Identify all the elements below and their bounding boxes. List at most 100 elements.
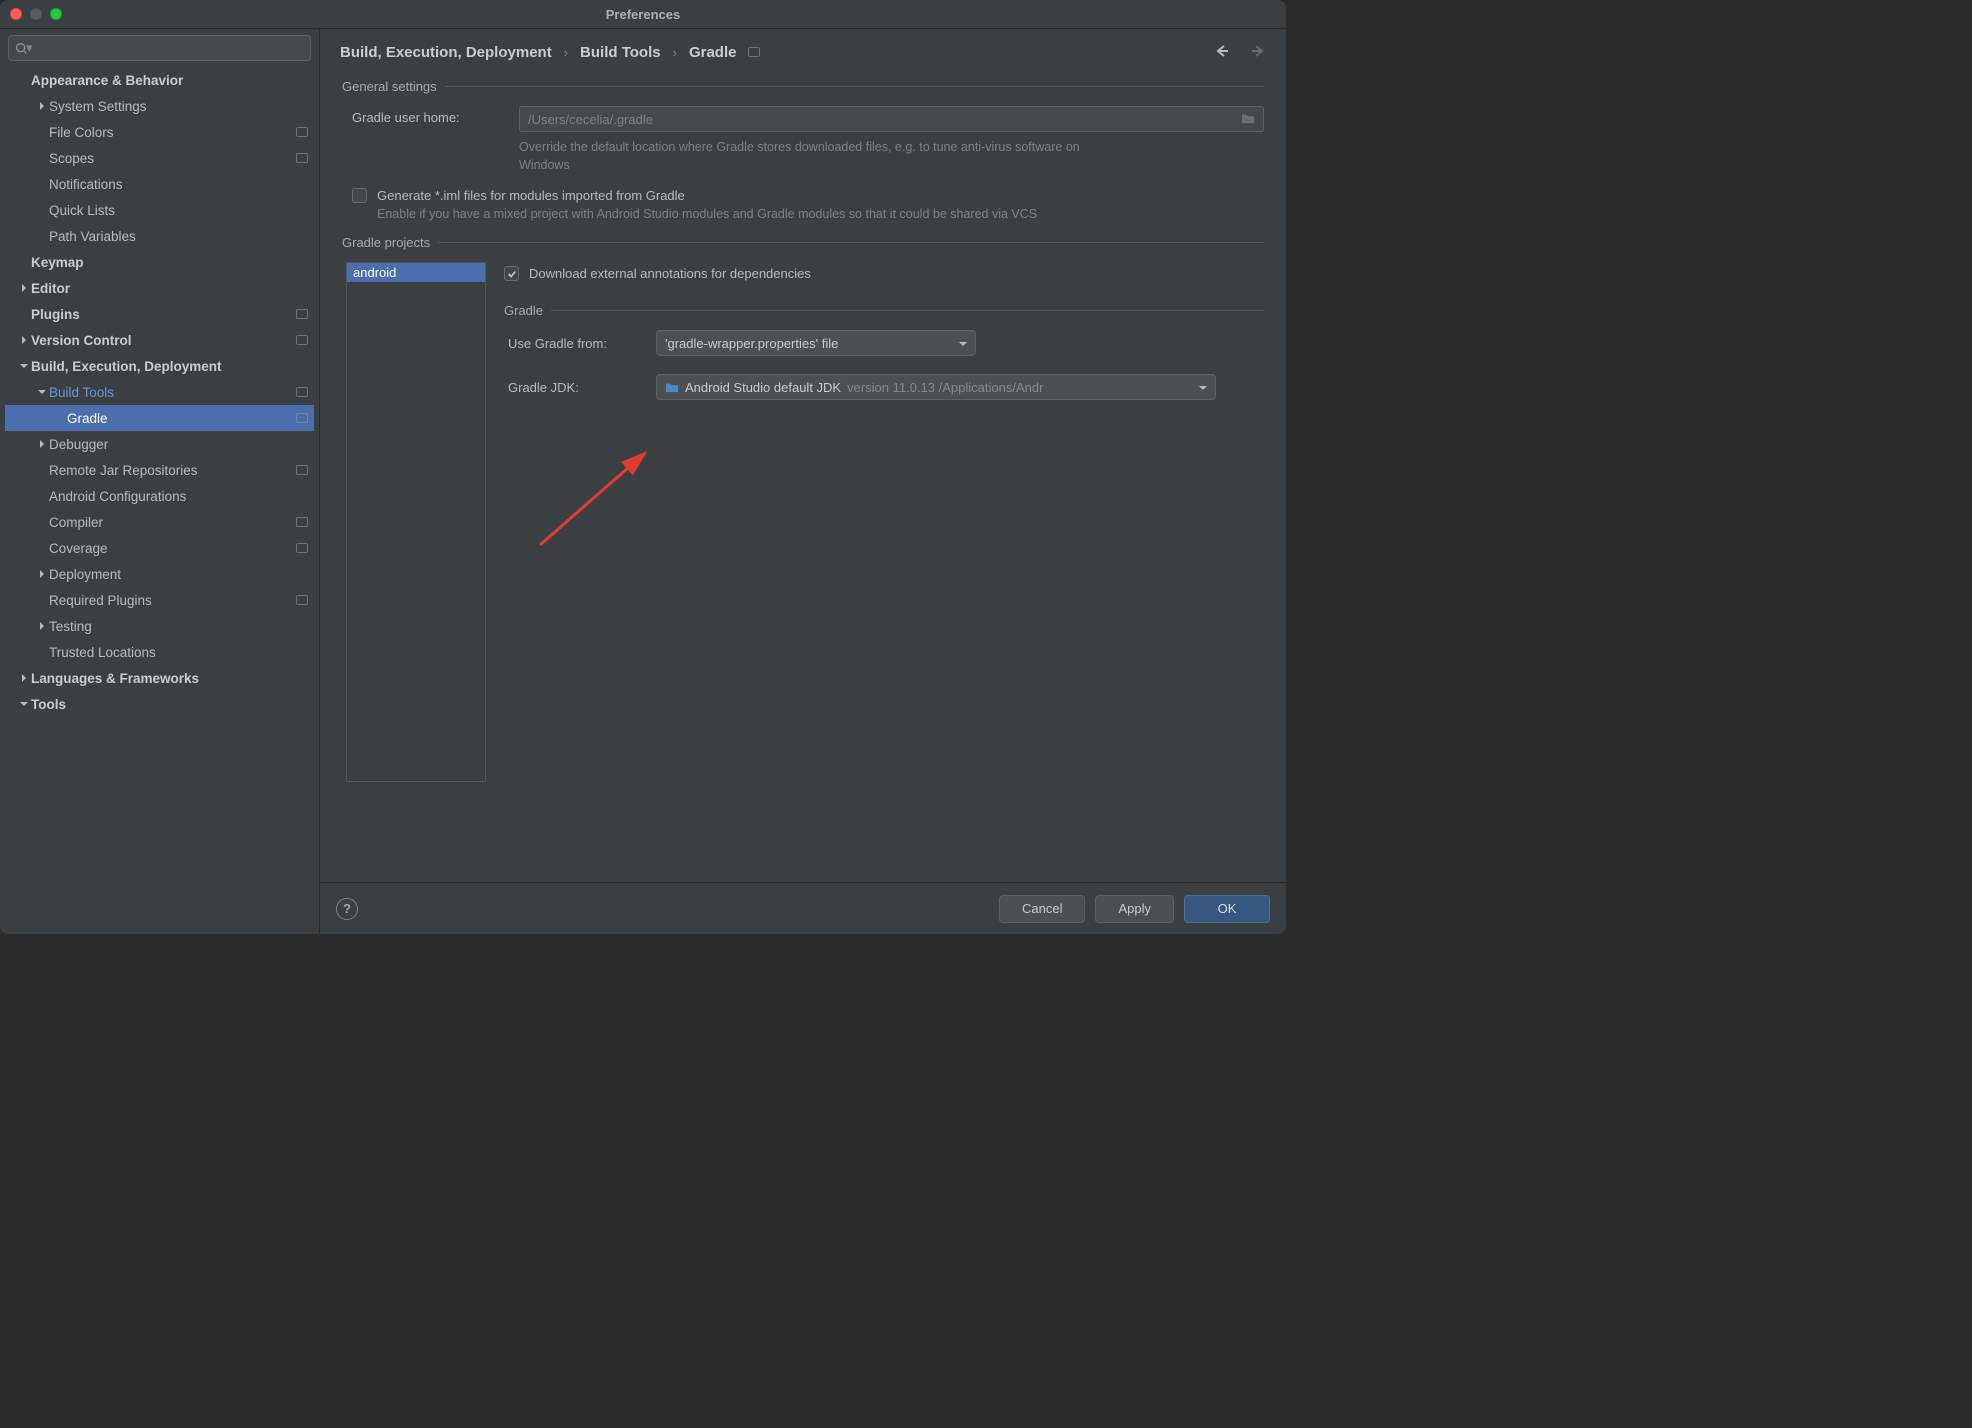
chevron-down-icon xyxy=(1199,380,1207,395)
sidebar-item-label: Trusted Locations xyxy=(49,645,156,660)
sidebar-item[interactable]: Required Plugins xyxy=(5,587,314,613)
sidebar-item[interactable]: Editor xyxy=(5,275,314,301)
sidebar-item[interactable]: Appearance & Behavior xyxy=(5,67,314,93)
sidebar-item[interactable]: Tools xyxy=(5,691,314,717)
jdk-folder-icon xyxy=(665,381,679,393)
project-badge-icon xyxy=(296,335,308,345)
use-gradle-from-combo[interactable]: 'gradle-wrapper.properties' file xyxy=(656,330,976,356)
sidebar-item-label: Testing xyxy=(49,619,92,634)
chevron-right-icon[interactable] xyxy=(17,336,31,344)
chevron-right-icon[interactable] xyxy=(17,284,31,292)
sidebar-item-label: Tools xyxy=(31,697,66,712)
chevron-right-icon: › xyxy=(667,45,683,60)
sidebar-item-label: Version Control xyxy=(31,333,132,348)
breadcrumb-item[interactable]: Build, Execution, Deployment xyxy=(340,44,552,61)
ok-button[interactable]: OK xyxy=(1184,895,1270,923)
sidebar-item[interactable]: Path Variables xyxy=(5,223,314,249)
folder-icon[interactable] xyxy=(1241,112,1255,127)
project-badge-icon xyxy=(296,465,308,475)
generate-iml-checkbox[interactable] xyxy=(352,188,367,203)
chevron-down-icon[interactable] xyxy=(17,700,31,708)
sidebar-item[interactable]: Keymap xyxy=(5,249,314,275)
sidebar-item[interactable]: Quick Lists xyxy=(5,197,314,223)
sidebar-item-label: Coverage xyxy=(49,541,108,556)
chevron-right-icon[interactable] xyxy=(35,102,49,110)
project-badge-icon xyxy=(296,153,308,163)
sidebar-item[interactable]: Notifications xyxy=(5,171,314,197)
settings-tree[interactable]: Appearance & Behavior System Settings File… xyxy=(5,67,314,934)
nav-back-button[interactable] xyxy=(1214,43,1230,62)
sidebar-item-label: Debugger xyxy=(49,437,108,452)
apply-button[interactable]: Apply xyxy=(1095,895,1174,923)
sidebar-item[interactable]: Build Tools xyxy=(5,379,314,405)
window-title: Preferences xyxy=(0,7,1286,22)
sidebar-item[interactable]: Remote Jar Repositories xyxy=(5,457,314,483)
sidebar-item[interactable]: Scopes xyxy=(5,145,314,171)
general-section-header: General settings xyxy=(342,79,1264,94)
preferences-window: Preferences ▾ Appearance & Behavior Syste… xyxy=(0,0,1286,934)
sidebar-item[interactable]: System Settings xyxy=(5,93,314,119)
sidebar-item[interactable]: Version Control xyxy=(5,327,314,353)
chevron-down-icon[interactable] xyxy=(17,362,31,370)
gradle-user-home-label: Gradle user home: xyxy=(352,106,507,125)
settings-search-input[interactable]: ▾ xyxy=(8,35,311,61)
project-badge-icon xyxy=(296,309,308,319)
sidebar-item[interactable]: File Colors xyxy=(5,119,314,145)
sidebar-item-label: File Colors xyxy=(49,125,114,140)
sidebar-item-label: Remote Jar Repositories xyxy=(49,463,198,478)
settings-sidebar: ▾ Appearance & Behavior System Settings Fi… xyxy=(0,29,320,934)
sidebar-item[interactable]: Gradle xyxy=(5,405,314,431)
sidebar-item[interactable]: Debugger xyxy=(5,431,314,457)
gradle-user-home-input[interactable]: /Users/cecelia/.gradle xyxy=(519,106,1264,132)
gradle-user-home-value: /Users/cecelia/.gradle xyxy=(528,112,653,127)
gradle-projects-section-header: Gradle projects xyxy=(342,235,1264,250)
chevron-right-icon[interactable] xyxy=(35,440,49,448)
sidebar-item[interactable]: Trusted Locations xyxy=(5,639,314,665)
sidebar-item-label: Languages & Frameworks xyxy=(31,671,199,686)
sidebar-item[interactable]: Plugins xyxy=(5,301,314,327)
sidebar-item-label: Compiler xyxy=(49,515,103,530)
sidebar-item[interactable]: Build, Execution, Deployment xyxy=(5,353,314,379)
download-annotations-checkbox[interactable] xyxy=(504,266,519,281)
help-button[interactable]: ? xyxy=(336,898,358,920)
sidebar-item-label: Required Plugins xyxy=(49,593,152,608)
gradle-project-item[interactable]: android xyxy=(347,263,485,282)
project-badge-icon xyxy=(296,413,308,423)
sidebar-item-label: Plugins xyxy=(31,307,80,322)
sidebar-item[interactable]: Coverage xyxy=(5,535,314,561)
sidebar-item-label: Scopes xyxy=(49,151,94,166)
breadcrumb-bar: Build, Execution, Deployment › Build Too… xyxy=(320,29,1286,75)
sidebar-item-label: System Settings xyxy=(49,99,147,114)
project-badge-icon xyxy=(296,595,308,605)
sidebar-item-label: Quick Lists xyxy=(49,203,115,218)
settings-content: General settings Gradle user home: /User… xyxy=(320,75,1286,882)
cancel-button[interactable]: Cancel xyxy=(999,895,1085,923)
sidebar-item-label: Android Configurations xyxy=(49,489,186,504)
gradle-subsection-header: Gradle xyxy=(504,303,543,318)
settings-main: Build, Execution, Deployment › Build Too… xyxy=(320,29,1286,934)
gradle-jdk-label: Gradle JDK: xyxy=(508,380,640,395)
generate-iml-label: Generate *.iml files for modules importe… xyxy=(377,188,685,203)
breadcrumb-item[interactable]: Build Tools xyxy=(580,44,661,61)
sidebar-item-label: Notifications xyxy=(49,177,123,192)
chevron-right-icon[interactable] xyxy=(17,674,31,682)
chevron-right-icon[interactable] xyxy=(35,570,49,578)
sidebar-item-label: Build, Execution, Deployment xyxy=(31,359,222,374)
gradle-user-home-help: Override the default location where Grad… xyxy=(342,138,1102,174)
nav-forward-button xyxy=(1250,43,1266,62)
sidebar-item[interactable]: Deployment xyxy=(5,561,314,587)
sidebar-item-label: Gradle xyxy=(67,411,108,426)
gradle-projects-list[interactable]: android xyxy=(346,262,486,782)
chevron-right-icon[interactable] xyxy=(35,622,49,630)
sidebar-item[interactable]: Testing xyxy=(5,613,314,639)
gradle-jdk-combo[interactable]: Android Studio default JDK version 11.0.… xyxy=(656,374,1216,400)
sidebar-item[interactable]: Android Configurations xyxy=(5,483,314,509)
chevron-down-icon xyxy=(959,336,967,351)
breadcrumb-item: Gradle xyxy=(689,44,737,61)
chevron-down-icon[interactable] xyxy=(35,388,49,396)
project-badge-icon xyxy=(296,387,308,397)
sidebar-item-label: Build Tools xyxy=(49,385,114,400)
sidebar-item[interactable]: Languages & Frameworks xyxy=(5,665,314,691)
sidebar-item[interactable]: Compiler xyxy=(5,509,314,535)
sidebar-item-label: Path Variables xyxy=(49,229,136,244)
